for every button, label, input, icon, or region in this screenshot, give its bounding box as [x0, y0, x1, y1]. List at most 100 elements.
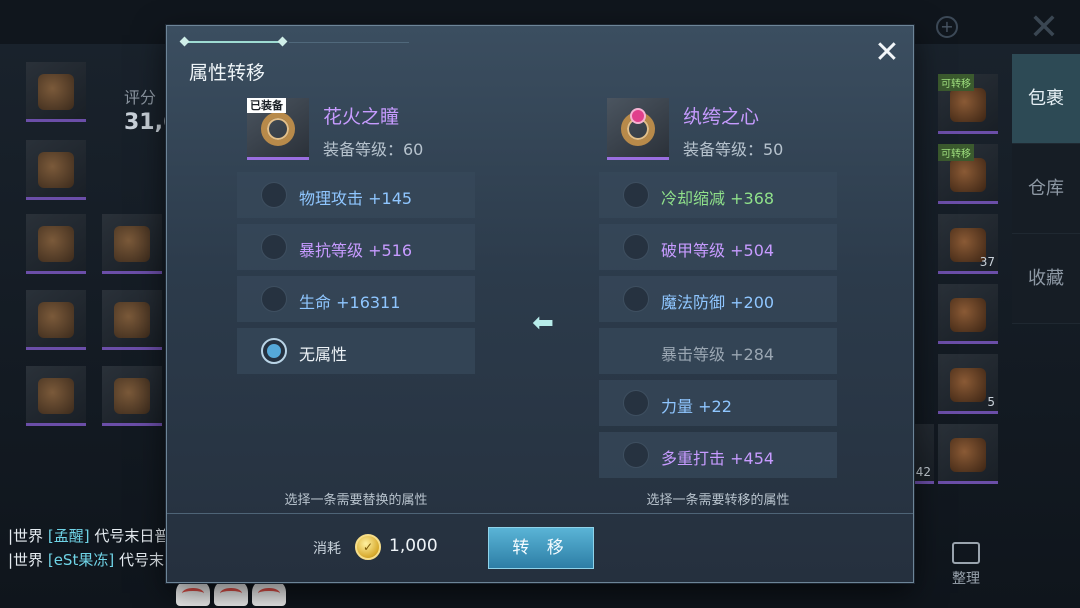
equip-slot[interactable] [26, 290, 86, 350]
left-attribute-row[interactable]: 生命 +16311 [237, 276, 475, 322]
cost-label: 消耗 [313, 541, 341, 557]
bag-slot[interactable]: 可转移 [938, 144, 998, 204]
radio-icon[interactable] [261, 234, 287, 260]
organize-label: 整理 [952, 571, 980, 587]
left-attribute-row[interactable]: 无属性 [237, 328, 475, 374]
attribute-value: +200 [730, 293, 775, 312]
attribute-name: 冷却缩减 [661, 189, 726, 208]
tab-favorites[interactable]: 收藏 [1012, 234, 1080, 324]
organize-button[interactable]: 整理 [944, 542, 988, 588]
item-icon [950, 88, 986, 122]
left-item-name: 花火之瞳 [323, 106, 400, 128]
attribute-label: 暴抗等级 +516 [299, 237, 412, 261]
gold-coin-icon: ✓ [355, 534, 381, 560]
bag-slot[interactable]: 可转移 [938, 74, 998, 134]
left-attribute-row[interactable]: 物理攻击 +145 [237, 172, 475, 218]
radio-icon[interactable] [623, 286, 649, 312]
equip-slot[interactable] [102, 214, 162, 274]
item-count: 5 [987, 395, 995, 409]
radio-icon[interactable] [261, 182, 287, 208]
chat-channel: |世界 [8, 551, 44, 569]
divider [167, 513, 913, 514]
transfer-button[interactable]: 转 移 [488, 527, 594, 569]
bag-slot[interactable]: 37 [938, 214, 998, 274]
right-attribute-row[interactable]: 魔法防御 +200 [599, 276, 837, 322]
attribute-label: 暴击等级 +284 [661, 341, 774, 365]
item-icon [38, 74, 74, 110]
item-icon [950, 298, 986, 332]
close-icon[interactable]: ✕ [871, 38, 903, 70]
attribute-name: 多重打击 [661, 449, 726, 468]
attribute-label: 破甲等级 +504 [661, 237, 774, 261]
chat-sender[interactable]: [eSt果冻] [48, 551, 114, 569]
equip-slot[interactable] [26, 214, 86, 274]
left-attribute-row[interactable]: 暴抗等级 +516 [237, 224, 475, 270]
chat-sender[interactable]: [孟醒] [48, 527, 90, 545]
right-attribute-row: 暴击等级 +284 [599, 328, 837, 374]
equip-slot[interactable] [26, 140, 86, 200]
attribute-name: 物理攻击 [299, 189, 364, 208]
right-item-name: 纨绔之心 [683, 106, 760, 128]
add-currency-icon[interactable]: + [936, 16, 958, 38]
right-attribute-row[interactable]: 多重打击 +454 [599, 432, 837, 478]
emote-icon [176, 580, 210, 606]
item-count: 42 [915, 465, 931, 479]
radio-checked-icon[interactable] [261, 338, 287, 364]
score-label: 评分 [124, 88, 157, 107]
item-count: 37 [979, 255, 995, 269]
cost-value: 1,000 [389, 536, 438, 556]
right-item-level: 装备等级：50 [683, 140, 784, 159]
right-attribute-row[interactable]: 冷却缩减 +368 [599, 172, 837, 218]
attribute-name: 破甲等级 [661, 241, 726, 260]
tab-warehouse[interactable]: 仓库 [1012, 144, 1080, 234]
equip-slot[interactable] [102, 290, 162, 350]
item-icon [38, 152, 74, 188]
ring-gem-icon[interactable] [607, 98, 669, 160]
item-icon [950, 158, 986, 192]
attribute-label: 生命 +16311 [299, 289, 400, 313]
arrow-left-icon: ⬅ [532, 308, 554, 338]
equip-slot[interactable] [26, 62, 86, 122]
left-attribute-list: 物理攻击 +145 暴抗等级 +516 生命 +16311 无属性 [237, 172, 475, 380]
emote-row [176, 580, 290, 608]
tab-bag[interactable]: 包裹 [1012, 54, 1080, 144]
attribute-name: 无属性 [299, 345, 348, 364]
radio-icon[interactable] [623, 442, 649, 468]
attribute-name: 力量 [661, 397, 694, 416]
equipped-tag: 已装备 [247, 98, 286, 113]
ring-icon[interactable]: 已装备 [247, 98, 309, 160]
dialog-title: 属性转移 [189, 62, 266, 84]
radio-icon[interactable] [623, 182, 649, 208]
bag-slot[interactable] [938, 284, 998, 344]
right-attribute-row[interactable]: 力量 +22 [599, 380, 837, 426]
emote-icon [214, 580, 248, 606]
item-icon [114, 378, 150, 414]
transferable-tag: 可转移 [938, 144, 974, 161]
bag-slot[interactable] [938, 424, 998, 484]
attribute-label: 多重打击 +454 [661, 445, 774, 469]
chat-channel: |世界 [8, 527, 44, 545]
left-hint: 选择一条需要替换的属性 [284, 493, 428, 508]
equip-slot[interactable] [26, 366, 86, 426]
background-close-icon[interactable]: ✕ [1024, 8, 1064, 48]
attribute-label: 物理攻击 +145 [299, 185, 412, 209]
attribute-value: +16311 [336, 293, 401, 312]
right-item-header: 纨绔之心 装备等级：50 [607, 98, 847, 162]
item-icon [114, 302, 150, 338]
attribute-value: +516 [368, 241, 413, 260]
attribute-value: +504 [730, 241, 775, 260]
radio-icon[interactable] [623, 234, 649, 260]
radio-icon[interactable] [261, 286, 287, 312]
item-icon [950, 438, 986, 472]
title-decoration [179, 36, 409, 47]
item-icon [38, 378, 74, 414]
attribute-value: +145 [368, 189, 413, 208]
right-attribute-row[interactable]: 破甲等级 +504 [599, 224, 837, 270]
emote-icon [252, 580, 286, 606]
attribute-value: +22 [698, 397, 732, 416]
equip-slot[interactable] [102, 366, 162, 426]
bag-slot[interactable]: 5 [938, 354, 998, 414]
layers-icon [952, 542, 980, 564]
item-icon [38, 226, 74, 262]
radio-icon[interactable] [623, 390, 649, 416]
